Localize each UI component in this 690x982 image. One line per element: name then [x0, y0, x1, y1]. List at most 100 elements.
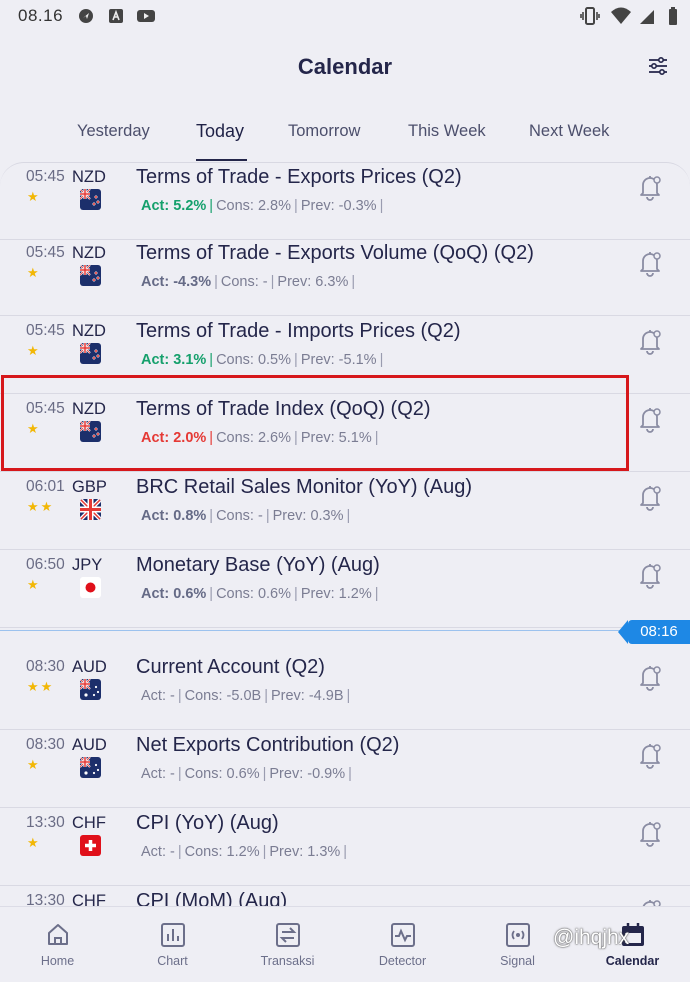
event-title: Terms of Trade - Exports Volume (QoQ) (Q… [136, 242, 534, 264]
event-row[interactable]: 08:30 AUD ★★ Current Account (Q2) Act: - | Con… [0, 652, 690, 730]
importance-stars-icon: ★ [27, 343, 41, 358]
nav-transaksi[interactable]: Transaksi [230, 907, 345, 982]
bell-alert-icon[interactable] [636, 662, 664, 692]
event-time: 08:30 [26, 658, 65, 675]
app-header: Calendar [0, 34, 690, 98]
separator: | [262, 844, 267, 860]
bell-alert-icon[interactable] [636, 326, 664, 356]
tab-next-week[interactable]: Next Week [529, 122, 609, 141]
separator: | [214, 274, 218, 290]
previous-value: Prev: -0.9% [269, 766, 346, 782]
tab-today[interactable]: Today [196, 121, 244, 142]
event-title: Terms of Trade Index (QoQ) (Q2) [136, 398, 431, 420]
event-row[interactable]: 13:30 CHF ★ CPI (YoY) (Aug) Act: - | Cons: 1.2… [0, 808, 690, 886]
event-row[interactable]: 05:45 NZD ★ Terms of Trade Index (QoQ) (Q2)… [0, 394, 690, 472]
nzd-flag-icon [80, 189, 101, 210]
separator: | [177, 844, 182, 860]
separator: | [294, 430, 298, 446]
consensus-value: Cons: - [220, 274, 268, 290]
consensus-value: Cons: 2.6% [216, 430, 292, 446]
event-currency: CHF [72, 814, 106, 832]
nav-calendar-label: Calendar [605, 954, 660, 968]
importance-stars-icon: ★ [27, 835, 41, 850]
app-notification-icon [109, 9, 123, 23]
filter-settings-icon[interactable] [646, 54, 670, 78]
bell-alert-icon[interactable] [636, 248, 664, 278]
youtube-icon [137, 10, 155, 22]
signal-icon [506, 923, 530, 947]
event-time: 13:30 [26, 892, 65, 906]
event-time: 05:45 [26, 400, 65, 417]
separator: | [270, 274, 275, 290]
actual-value: Act: 5.2% [141, 198, 207, 214]
separator: | [209, 508, 214, 524]
chf-flag-icon [80, 835, 101, 856]
event-row[interactable]: 08:30 AUD ★ Net Exports Contribution (Q2) Ac… [0, 730, 690, 808]
separator: | [294, 586, 298, 602]
separator: | [294, 198, 298, 214]
tab-yesterday[interactable]: Yesterday [77, 122, 150, 141]
event-values: Act: 3.1% | Cons: 0.5% | Prev: -5.1% | [141, 352, 386, 368]
consensus-value: Cons: - [216, 508, 263, 524]
separator: | [262, 766, 267, 782]
separator: | [346, 508, 351, 524]
event-row[interactable]: 13:30 CHF CPI (MoM) (Aug) [0, 886, 690, 906]
importance-stars-icon: ★★ [27, 499, 55, 514]
consensus-value: Cons: -5.0B [184, 688, 262, 704]
previous-value: Prev: 0.3% [272, 508, 344, 524]
event-list[interactable]: 05:45 NZD ★ Terms of Trade - Exports Prices… [0, 162, 690, 906]
consensus-value: Cons: 2.8% [216, 198, 292, 214]
bell-alert-icon[interactable] [636, 560, 664, 590]
importance-stars-icon: ★★ [27, 679, 55, 694]
event-row[interactable]: 06:01 GBP ★★ BRC Retail Sales Monitor (YoY)… [0, 472, 690, 550]
event-row[interactable]: 05:45 NZD ★ Terms of Trade - Exports Prices… [0, 162, 690, 240]
nav-home[interactable]: Home [0, 907, 115, 982]
separator: | [379, 352, 384, 368]
bell-alert-icon[interactable] [636, 172, 664, 202]
event-row[interactable]: 06:50 JPY ★ Monetary Base (YoY) (Aug) Act: 0… [0, 550, 690, 628]
separator: | [209, 430, 214, 446]
bell-alert-icon[interactable] [636, 896, 664, 906]
previous-value: Prev: -0.3% [300, 198, 377, 214]
navigation-arrow-icon [79, 9, 93, 23]
aud-flag-icon [80, 679, 101, 700]
nav-detector[interactable]: Detector [345, 907, 460, 982]
bell-alert-icon[interactable] [636, 482, 664, 512]
jpy-flag-icon [80, 577, 101, 598]
nav-detector-label: Detector [378, 954, 427, 968]
event-time: 08:30 [26, 736, 65, 753]
importance-stars-icon: ★ [27, 189, 41, 204]
event-currency: NZD [72, 244, 106, 262]
separator: | [265, 508, 270, 524]
watermark: @ihqjhx [553, 926, 630, 949]
tab-this-week[interactable]: This Week [408, 122, 486, 141]
importance-stars-icon: ★ [27, 265, 41, 280]
actual-value: Act: 2.0% [141, 430, 207, 446]
transaction-icon [276, 923, 300, 947]
importance-stars-icon: ★ [27, 421, 41, 436]
bell-alert-icon[interactable] [636, 818, 664, 848]
event-title: Monetary Base (YoY) (Aug) [136, 554, 380, 576]
tab-tomorrow[interactable]: Tomorrow [288, 122, 360, 141]
event-values: Act: - | Cons: 1.2% | Prev: 1.3% | [141, 844, 350, 860]
consensus-value: Cons: 0.5% [216, 352, 292, 368]
separator: | [374, 430, 379, 446]
importance-stars-icon: ★ [27, 577, 41, 592]
actual-value: Act: - [141, 688, 175, 704]
event-time: 05:45 [26, 244, 65, 261]
wifi-icon [611, 7, 631, 24]
event-values: Act: 5.2% | Cons: 2.8% | Prev: -0.3% | [141, 198, 386, 214]
nav-chart[interactable]: Chart [115, 907, 230, 982]
status-bar: 08.16 [0, 0, 690, 34]
nav-signal-label: Signal [500, 954, 535, 968]
event-title: Net Exports Contribution (Q2) [136, 734, 400, 756]
separator: | [294, 352, 298, 368]
actual-value: Act: 3.1% [141, 352, 207, 368]
separator: | [177, 766, 182, 782]
event-row[interactable]: 05:45 NZD ★ Terms of Trade - Exports Volume… [0, 238, 690, 316]
bell-alert-icon[interactable] [636, 404, 664, 434]
actual-value: Act: - [141, 844, 175, 860]
bell-alert-icon[interactable] [636, 740, 664, 770]
event-values: Act: - | Cons: 0.6% | Prev: -0.9% | [141, 766, 355, 782]
event-row[interactable]: 05:45 NZD ★ Terms of Trade - Imports Prices… [0, 316, 690, 394]
